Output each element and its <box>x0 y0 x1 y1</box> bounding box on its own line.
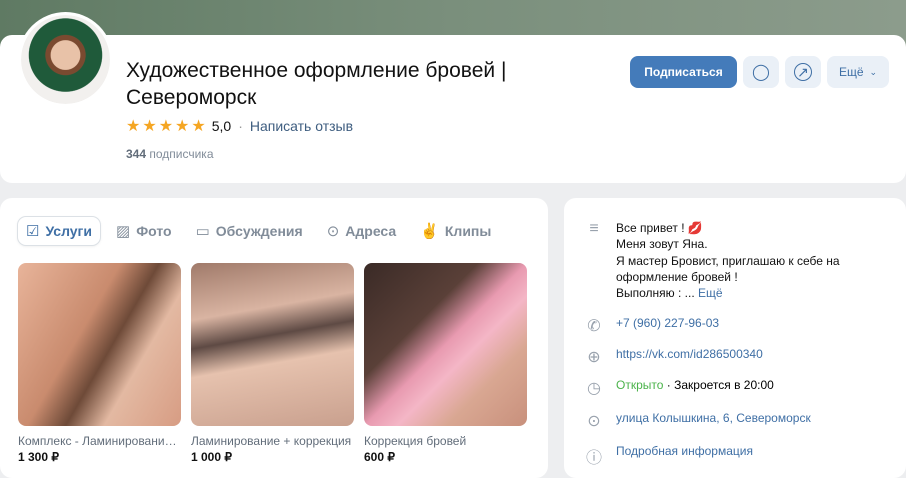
pin-icon: ⊙ <box>587 413 601 430</box>
tab-discussions[interactable]: ▭ Обсуждения <box>188 217 311 245</box>
calendar-check-icon: ☑ <box>26 223 40 240</box>
closing-time: · Закроется в 20:00 <box>666 378 774 392</box>
website-link[interactable]: https://vk.com/id286500340 <box>616 347 763 367</box>
about-row: ≡ Все привет ! 💋 Меня зовут Яна. Я масте… <box>584 220 894 301</box>
tab-clips[interactable]: ✌ Клипы <box>412 217 499 245</box>
subscribe-button[interactable]: Подписаться <box>630 56 737 88</box>
star-icon: ★ <box>142 118 157 135</box>
service-image <box>191 263 354 426</box>
share-arrow-icon: ↗ <box>794 63 812 81</box>
tab-label: Обсуждения <box>215 223 303 239</box>
about-more-link[interactable]: Ещё <box>698 286 723 300</box>
address-row: ⊙ улица Колышкина, 6, Североморск <box>584 411 894 431</box>
website-row: ⊕ https://vk.com/id286500340 <box>584 347 894 367</box>
address-link[interactable]: улица Колышкина, 6, Североморск <box>616 411 811 431</box>
about-line: Выполняю : ... <box>616 286 695 301</box>
globe-icon: ⊕ <box>587 349 601 366</box>
chat-icon: ◯ <box>752 64 770 81</box>
tab-addresses[interactable]: ⊙ Адреса <box>319 217 404 245</box>
about-line: Я мастер Бровист, приглашаю к себе на <box>616 253 840 268</box>
more-label: Ещё <box>838 65 864 79</box>
text-lines-icon: ≡ <box>589 220 599 237</box>
info-icon: ⓘ <box>585 450 602 467</box>
tab-label: Адреса <box>345 223 397 239</box>
share-button[interactable]: ↗ <box>785 56 821 88</box>
service-image <box>18 263 181 426</box>
about-line: Меня зовут Яна. <box>616 237 708 252</box>
service-price: 600 ₽ <box>364 450 395 464</box>
rating: ★ ★ ★ ★ ★ 5,0 · Написать отзыв <box>126 116 353 136</box>
service-item[interactable]: Коррекция бровей 600 ₽ <box>364 263 527 464</box>
service-item[interactable]: Ламинирование + коррекция 1 000 ₽ <box>191 263 354 464</box>
service-name: Коррекция бровей <box>364 434 467 448</box>
rating-value: 5,0 <box>211 118 232 134</box>
tab-label: Фото <box>136 223 172 239</box>
tab-label: Услуги <box>45 223 92 239</box>
tab-photos[interactable]: ▨ Фото <box>108 217 180 245</box>
clock-icon: ◷ <box>587 380 601 397</box>
chevron-down-icon: ⌄ <box>869 66 878 77</box>
tab-services[interactable]: ☑ Услуги <box>18 217 100 245</box>
chat-icon: ▭ <box>195 223 210 240</box>
star-icon: ★ <box>191 118 206 135</box>
about-text: Все привет ! 💋 Меня зовут Яна. Я мастер … <box>616 220 840 301</box>
page-title: Художественное оформление бровей | Север… <box>126 59 507 109</box>
phone-icon: ✆ <box>587 318 601 335</box>
hours-row[interactable]: ◷ Открыто · Закроется в 20:00 <box>584 378 894 398</box>
service-image <box>364 263 527 426</box>
star-icon: ★ <box>126 118 141 135</box>
phone-link[interactable]: +7 (960) 227-96-03 <box>616 316 719 336</box>
write-review-link[interactable]: Написать отзыв <box>250 118 353 134</box>
tab-label: Клипы <box>444 223 492 239</box>
subscribers[interactable]: 344 подписчика <box>126 147 214 161</box>
service-item[interactable]: Комплекс - Ламинирование бровей 1 300 ₽ <box>18 263 181 464</box>
details-row: ⓘ Подробная информация <box>584 444 894 468</box>
avatar[interactable] <box>18 12 113 107</box>
star-icon: ★ <box>175 118 190 135</box>
service-name: Комплекс - Ламинирование бровей <box>18 434 181 448</box>
image-icon: ▨ <box>116 223 131 240</box>
about-line: оформление бровей ! <box>616 269 738 284</box>
subscribers-count: 344 <box>126 147 147 161</box>
tab-bar: ☑ Услуги ▨ Фото ▭ Обсуждения ⊙ Адреса ✌ Клипы <box>18 217 507 245</box>
about-line: Все привет ! 💋 <box>616 221 703 235</box>
open-status: Открыто <box>616 378 664 392</box>
phone-row: ✆ +7 (960) 227-96-03 <box>584 316 894 336</box>
clip-icon: ✌ <box>420 223 439 240</box>
more-button[interactable]: Ещё ⌄ <box>827 56 889 88</box>
details-link[interactable]: Подробная информация <box>616 444 753 468</box>
pin-icon: ⊙ <box>326 223 340 240</box>
star-icon: ★ <box>158 118 174 135</box>
service-name: Ламинирование + коррекция <box>191 434 352 448</box>
service-price: 1 000 ₽ <box>191 450 232 464</box>
service-price: 1 300 ₽ <box>18 450 59 464</box>
separator: · <box>238 118 243 134</box>
message-button[interactable]: ◯ <box>743 56 779 88</box>
subscribers-label: подписчика <box>149 147 214 161</box>
